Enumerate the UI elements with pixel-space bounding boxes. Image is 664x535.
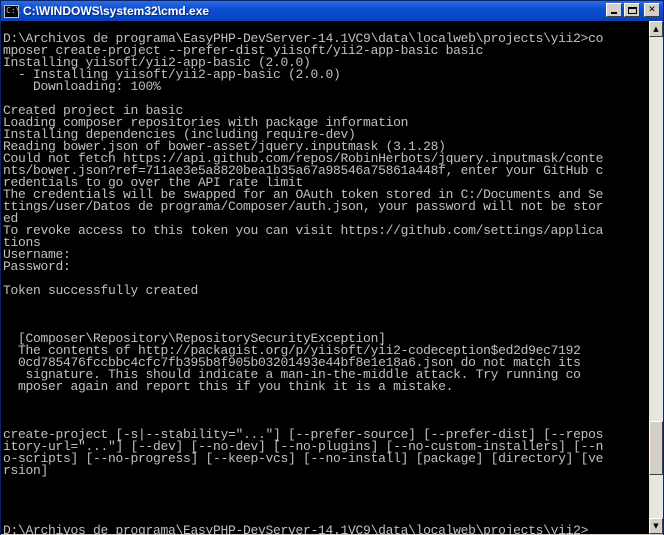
arrow-down-icon: ▼ [653,522,659,530]
minimize-icon [611,12,617,14]
minimize-button[interactable] [606,3,622,17]
window-title: C:\WINDOWS\system32\cmd.exe [23,4,210,18]
arrow-up-icon: ▲ [653,25,659,33]
close-button[interactable]: ✕ [644,3,660,17]
console-window: C:\ C:\WINDOWS\system32\cmd.exe ✕ D:\Arc… [0,0,664,535]
maximize-button[interactable] [624,3,640,17]
console-text: D:\Archivos de programa\EasyPHP-DevServe… [3,31,604,534]
console-output[interactable]: D:\Archivos de programa\EasyPHP-DevServe… [1,21,649,534]
scroll-up-button[interactable]: ▲ [649,21,663,37]
title-bar[interactable]: C:\ C:\WINDOWS\system32\cmd.exe ✕ [1,1,663,21]
vertical-scrollbar[interactable]: ▲ ▼ [649,21,663,534]
scroll-down-button[interactable]: ▼ [649,518,663,534]
maximize-icon [627,6,637,14]
cmd-icon[interactable]: C:\ [4,4,20,18]
close-icon: ✕ [648,4,656,15]
scroll-thumb[interactable] [649,421,663,475]
